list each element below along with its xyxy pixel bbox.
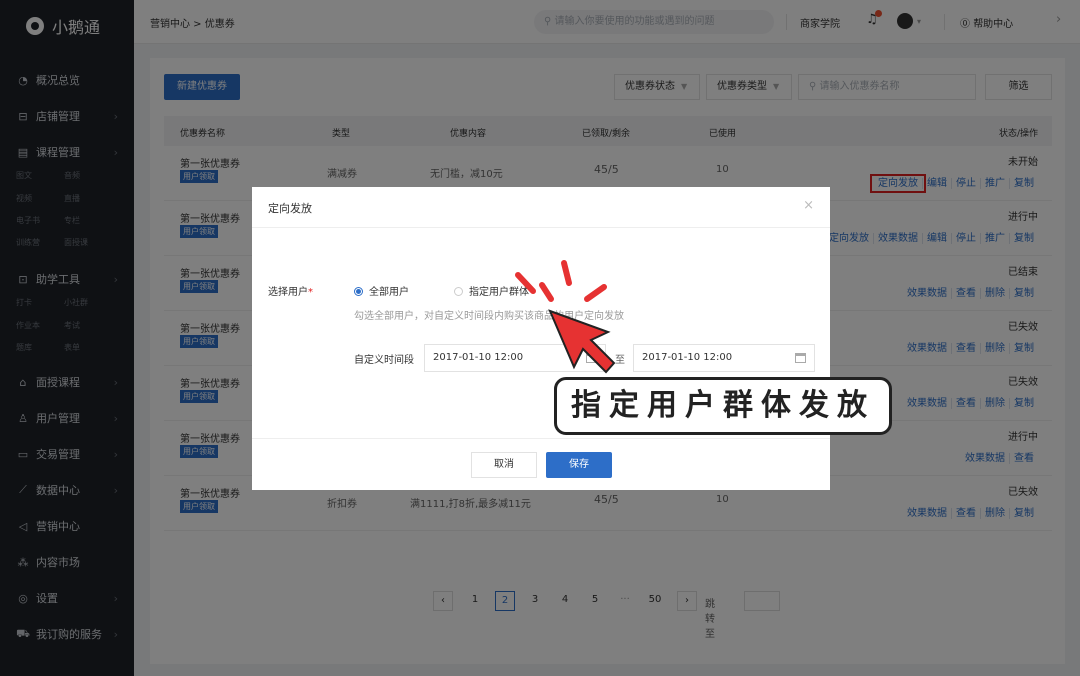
radio-unchecked-icon <box>454 287 463 296</box>
modal-title: 定向发放 <box>268 202 312 215</box>
close-icon[interactable]: × <box>803 198 814 213</box>
divider <box>252 438 830 439</box>
divider <box>252 227 830 228</box>
radio-all-users[interactable]: 全部用户 <box>354 283 409 298</box>
click-burst-icon <box>515 260 616 374</box>
required-mark: * <box>308 287 313 298</box>
end-time-input[interactable]: 2017-01-10 12:00 <box>633 344 815 372</box>
radio-checked-icon <box>354 287 363 296</box>
time-range-label: 自定义时间段 <box>354 355 414 366</box>
calendar-icon <box>795 353 806 363</box>
pointer-arrow-icon <box>548 309 616 374</box>
select-user-label: 选择用户* <box>268 287 313 298</box>
cancel-button[interactable]: 取消 <box>471 452 537 478</box>
save-button[interactable]: 保存 <box>546 452 612 478</box>
annotation-callout: 指定用户群体发放 <box>554 377 892 435</box>
